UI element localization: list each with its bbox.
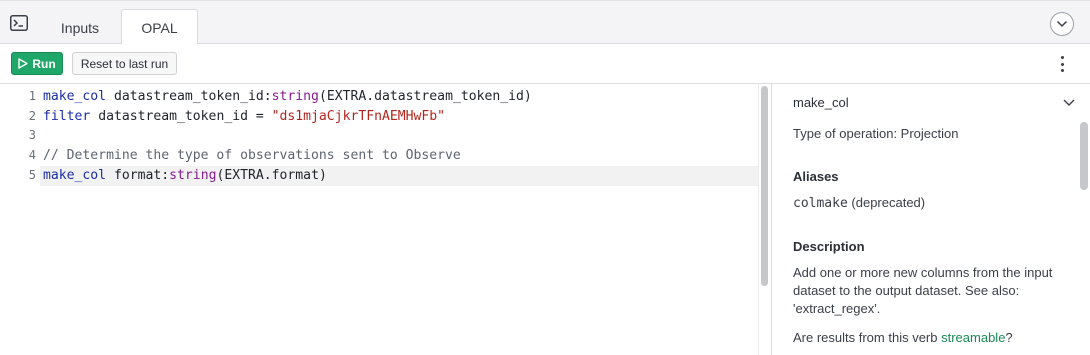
- tab-bar: Inputs OPAL: [0, 0, 1090, 46]
- line-number-gutter: 1 2 3 4 5: [0, 84, 40, 355]
- line-number: 4: [28, 148, 36, 162]
- line-number: 5: [28, 168, 36, 182]
- code-keyword: make_col: [43, 89, 107, 104]
- code-keyword: make_col: [43, 168, 107, 183]
- alias-note: (deprecated): [847, 195, 926, 210]
- reset-to-last-run-button[interactable]: Reset to last run: [72, 52, 177, 75]
- code-type: string: [271, 89, 319, 104]
- docs-streamable-question: Are results from this verb streamable?: [793, 329, 1055, 347]
- editor-scrollbar-thumb[interactable]: [761, 86, 768, 286]
- code-text: format:: [106, 168, 170, 183]
- streamable-question-pre: Are results from this verb: [793, 330, 942, 345]
- code-type: string: [169, 168, 217, 183]
- code-string: "ds1mjaCjkrTFnAEMHwFb": [271, 109, 446, 124]
- vertical-ellipsis-icon[interactable]: [1054, 54, 1070, 74]
- docs-aliases: colmake (deprecated): [793, 194, 925, 213]
- streamable-question-post: ?: [1005, 330, 1013, 345]
- play-icon: [18, 58, 29, 69]
- code-line-1[interactable]: make_col datastream_token_id:string(EXTR…: [43, 87, 532, 107]
- verb-docs-panel: make_col Type of operation: Projection A…: [771, 84, 1090, 355]
- run-button-label: Run: [32, 56, 56, 71]
- line-number: 3: [28, 128, 36, 142]
- line-number: 2: [28, 109, 36, 123]
- code-text: datastream_token_id =: [90, 109, 272, 124]
- code-text: (EXTRA.format): [216, 168, 327, 183]
- docs-verb-name[interactable]: make_col: [793, 95, 849, 110]
- code-line-5[interactable]: make_col format:string(EXTRA.format): [43, 166, 327, 186]
- code-text: datastream_token_id:: [106, 89, 272, 104]
- docs-scrollbar-thumb[interactable]: [1080, 122, 1088, 190]
- code-line-2[interactable]: filter datastream_token_id = "ds1mjaCjkr…: [43, 107, 445, 127]
- code-keyword: filter: [43, 109, 91, 124]
- chevron-down-icon: [1056, 20, 1068, 28]
- terminal-icon[interactable]: [10, 15, 28, 31]
- alias-code: colmake: [793, 196, 848, 211]
- toolbar: Run Reset to last run: [0, 44, 1090, 84]
- code-text: (EXTRA.datastream_token_id): [318, 89, 532, 104]
- code-comment: // Determine the type of observations se…: [43, 148, 461, 163]
- opal-code-editor[interactable]: 1 2 3 4 5 make_col datastream_token_id:s…: [0, 84, 770, 355]
- docs-description-heading: Description: [793, 239, 865, 254]
- line-number: 1: [28, 89, 36, 103]
- streamable-link[interactable]: streamable: [941, 330, 1005, 345]
- code-line-4[interactable]: // Determine the type of observations se…: [43, 146, 461, 166]
- docs-description-text: Add one or more new columns from the inp…: [793, 265, 1053, 316]
- docs-aliases-heading: Aliases: [793, 169, 839, 184]
- tab-opal[interactable]: OPAL: [121, 9, 198, 46]
- chevron-down-icon[interactable]: [1062, 96, 1076, 108]
- run-button[interactable]: Run: [11, 52, 63, 75]
- docs-operation-type: Type of operation: Projection: [793, 126, 959, 141]
- collapse-panel-button[interactable]: [1050, 12, 1074, 36]
- tab-inputs[interactable]: Inputs: [42, 9, 118, 46]
